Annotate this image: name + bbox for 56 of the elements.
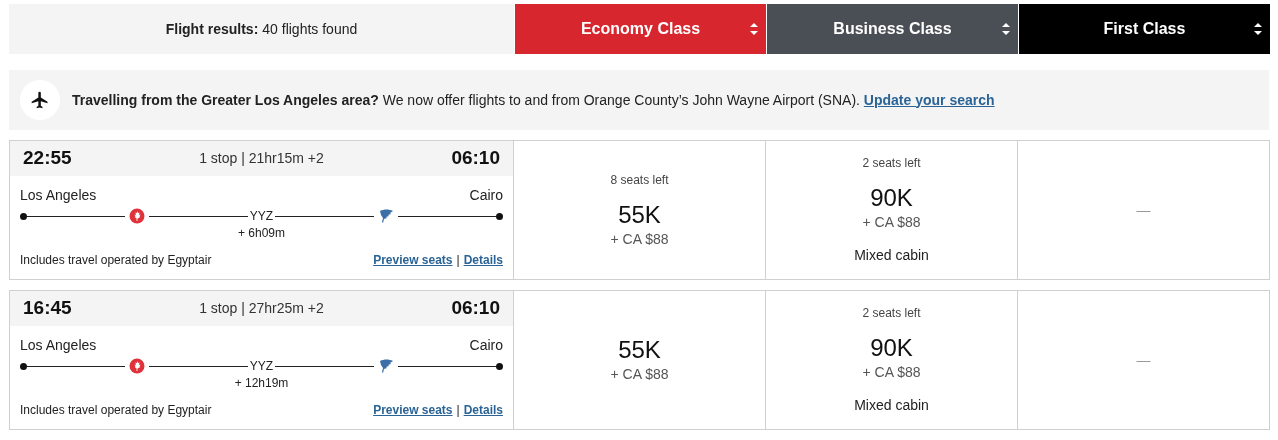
operator-note: Includes travel operated by Egyptair	[20, 252, 212, 269]
stop-airport: YYZ	[248, 358, 275, 375]
sort-icon	[1002, 23, 1010, 35]
sort-icon	[1254, 23, 1262, 35]
flight-summary: 1 stop | 27hr25m +2	[199, 299, 324, 318]
destination-city: Cairo	[469, 336, 503, 355]
no-fare-dash: —	[1136, 200, 1151, 220]
bird-head-icon	[377, 208, 394, 224]
update-search-link[interactable]: Update your search	[863, 91, 995, 108]
seats-left-text: 2 seats left	[862, 155, 921, 172]
results-count: 40 flights found	[262, 19, 358, 39]
flight-link[interactable]: Preview seats	[373, 251, 453, 269]
fare-option[interactable]: 2 seats left 90K + CA $88 Mixed cabin	[766, 140, 1018, 280]
points-price: 90K	[870, 334, 913, 362]
cash-price: + CA $88	[862, 213, 921, 232]
arrival-time: 06:10	[451, 296, 500, 321]
flight-link[interactable]: Details	[463, 401, 503, 419]
layover-duration: + 12h19m	[234, 375, 289, 392]
cabin-note: Mixed cabin	[854, 396, 929, 415]
operator-note: Includes travel operated by Egyptair	[20, 402, 212, 419]
seats-left-text: 2 seats left	[862, 305, 921, 322]
cabin-sort-button[interactable]: Economy Class	[514, 4, 766, 54]
cabin-note: Mixed cabin	[854, 246, 929, 265]
fare-option[interactable]: 55K + CA $88	[514, 290, 766, 430]
flight-summary: 1 stop | 21hr15m +2	[199, 149, 324, 168]
cabin-sort-button[interactable]: First Class	[1018, 4, 1270, 54]
bird-head-icon	[377, 358, 394, 374]
results-label: Flight results:	[165, 19, 259, 39]
sort-icon	[750, 23, 758, 35]
maple-leaf-icon	[129, 358, 146, 374]
points-price: 90K	[870, 184, 913, 212]
departure-time: 16:45	[23, 296, 72, 321]
origin-city: Los Angeles	[20, 336, 97, 355]
notice-text: Travelling from the Greater Los Angeles area? We now offer flights to and from Orange County’s John Wayne Airport (SNA). Update your search	[72, 90, 995, 110]
seats-left-text: 8 seats left	[610, 171, 669, 189]
stop-airport: YYZ	[248, 208, 275, 225]
cabin-sort-button[interactable]: Business Class	[766, 4, 1018, 54]
flight-link[interactable]: Preview seats	[373, 401, 453, 419]
layover-duration: + 6h09m	[237, 225, 285, 242]
points-price: 55K	[618, 335, 661, 364]
cash-price: + CA $88	[610, 229, 669, 249]
fare-option[interactable]: 2 seats left 90K + CA $88 Mixed cabin	[766, 290, 1018, 430]
no-fare-dash: —	[1136, 350, 1151, 370]
points-price: 55K	[618, 200, 661, 229]
link-separator: |	[456, 252, 460, 269]
destination-city: Cairo	[469, 186, 503, 205]
origin-city: Los Angeles	[20, 186, 97, 205]
flight-link[interactable]: Details	[463, 251, 503, 269]
cash-price: + CA $88	[610, 364, 669, 384]
cash-price: + CA $88	[862, 363, 921, 382]
airplane-icon	[30, 90, 50, 110]
maple-leaf-icon	[129, 208, 146, 224]
fare-option[interactable]: 8 seats left 55K + CA $88	[514, 140, 766, 280]
departure-time: 22:55	[23, 146, 72, 171]
link-separator: |	[456, 402, 460, 419]
arrival-time: 06:10	[451, 146, 500, 171]
